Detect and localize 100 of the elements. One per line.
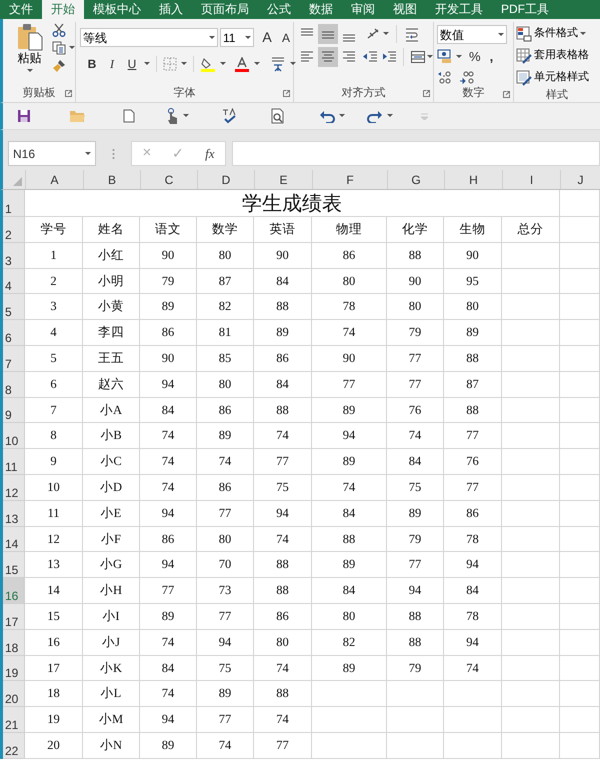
- font-color-icon[interactable]: [234, 56, 250, 72]
- ribbon-tab[interactable]: 审阅: [342, 0, 384, 19]
- comma-style-button[interactable]: ,: [490, 47, 494, 66]
- drag-handle-icon[interactable]: [112, 148, 115, 160]
- row-header[interactable]: 16: [3, 578, 25, 604]
- row-header[interactable]: 2: [3, 217, 25, 243]
- row-header[interactable]: 6: [3, 320, 25, 346]
- row-header[interactable]: 8: [3, 372, 25, 398]
- format-button[interactable]: U: [124, 55, 140, 73]
- row-header[interactable]: 15: [3, 552, 25, 578]
- increase-font-button[interactable]: A: [258, 27, 276, 48]
- ribbon-tab[interactable]: 开发工具: [426, 0, 492, 19]
- caret-icon[interactable]: [427, 55, 433, 59]
- align-icon[interactable]: [318, 47, 338, 67]
- redo-icon[interactable]: [367, 109, 383, 123]
- table-cell: 76: [387, 398, 444, 424]
- conditional-formatting-button[interactable]: 条件格式: [516, 24, 589, 43]
- blank-page-icon[interactable]: [123, 109, 135, 123]
- row-header[interactable]: 19: [3, 656, 25, 682]
- caret-icon[interactable]: [220, 62, 226, 66]
- caret-icon[interactable]: [456, 54, 462, 59]
- empty-cell: [502, 449, 560, 475]
- merge-cells-icon[interactable]: [410, 49, 426, 65]
- ribbon-tab[interactable]: 数据: [300, 0, 342, 19]
- column-header[interactable]: E: [254, 170, 312, 189]
- row-header[interactable]: 7: [3, 346, 25, 372]
- row-header[interactable]: 4: [3, 268, 25, 294]
- undo-icon[interactable]: [319, 109, 335, 123]
- format-as-table-button[interactable]: 套用表格格: [516, 46, 589, 65]
- touch-hand-icon[interactable]: [165, 108, 179, 124]
- row-header[interactable]: 18: [3, 630, 25, 656]
- row-header[interactable]: 22: [3, 732, 25, 759]
- table-cell: 78: [444, 604, 502, 630]
- font-size-dropdown[interactable]: 11: [220, 28, 254, 47]
- format-button[interactable]: I: [104, 55, 120, 73]
- column-header[interactable]: D: [197, 170, 254, 189]
- row-header[interactable]: 12: [3, 474, 25, 501]
- caret-icon[interactable]: [144, 62, 150, 66]
- row-header[interactable]: 5: [3, 294, 25, 320]
- font-name-dropdown[interactable]: 等线: [80, 28, 218, 47]
- row-header[interactable]: 14: [3, 526, 25, 552]
- ribbon-tab[interactable]: 页面布局: [192, 0, 258, 19]
- increase-decimal-icon[interactable]: [437, 70, 453, 84]
- wrap-text-icon[interactable]: [404, 26, 420, 42]
- column-header[interactable]: J: [560, 170, 600, 189]
- ribbon-tab[interactable]: 插入: [150, 0, 192, 19]
- format-button[interactable]: B: [84, 55, 100, 73]
- phonetic-guide-icon[interactable]: [270, 56, 286, 72]
- row-header[interactable]: 9: [3, 398, 25, 424]
- row-header[interactable]: 20: [3, 681, 25, 708]
- dialog-launcher-icon[interactable]: [65, 90, 72, 97]
- ribbon-tab[interactable]: 视图: [384, 0, 426, 19]
- ribbon-tab[interactable]: 公式: [258, 0, 300, 19]
- ribbon-tab[interactable]: 开始: [42, 0, 84, 19]
- paste-button[interactable]: 粘贴: [13, 23, 46, 84]
- caret-icon[interactable]: [69, 46, 75, 50]
- decrease-font-button[interactable]: A: [278, 28, 294, 46]
- ribbon-tab[interactable]: PDF工具: [492, 0, 558, 19]
- caret-icon[interactable]: [254, 62, 260, 66]
- row-header[interactable]: 11: [3, 449, 25, 475]
- dialog-launcher-icon[interactable]: [283, 90, 290, 97]
- row-header[interactable]: 21: [3, 707, 25, 733]
- scissors-icon[interactable]: [52, 23, 66, 37]
- percent-style-button[interactable]: %: [469, 47, 481, 66]
- cell-styles-button[interactable]: 单元格样式: [516, 68, 589, 87]
- name-box[interactable]: N16: [8, 141, 96, 166]
- print-preview-icon[interactable]: [271, 108, 285, 124]
- ribbon-tab[interactable]: 文件: [0, 0, 42, 19]
- spelling-check-icon[interactable]: [221, 108, 237, 124]
- caret-icon[interactable]: [290, 62, 296, 66]
- row-header[interactable]: 1: [3, 190, 25, 217]
- row-header[interactable]: 10: [3, 423, 25, 450]
- caret-icon[interactable]: [383, 32, 389, 36]
- save-icon[interactable]: [17, 109, 31, 123]
- column-header[interactable]: A: [25, 170, 83, 189]
- caret-icon[interactable]: [339, 114, 345, 118]
- paintbrush-icon[interactable]: [52, 59, 66, 73]
- column-header[interactable]: G: [387, 170, 444, 189]
- copy-icon[interactable]: [52, 41, 66, 55]
- column-header[interactable]: F: [312, 170, 387, 189]
- currency-icon[interactable]: [437, 49, 453, 64]
- column-header[interactable]: B: [83, 170, 140, 189]
- caret-icon[interactable]: [183, 114, 189, 118]
- caret-icon[interactable]: [387, 114, 393, 118]
- caret-icon[interactable]: [181, 62, 187, 66]
- column-header[interactable]: H: [444, 170, 502, 189]
- row-header[interactable]: 13: [3, 500, 25, 527]
- insert-function-button[interactable]: fx: [205, 144, 214, 164]
- ribbon-tab[interactable]: 模板中心: [84, 0, 150, 19]
- fill-color-icon[interactable]: [200, 56, 216, 72]
- dialog-launcher-icon[interactable]: [423, 90, 430, 97]
- row-header[interactable]: 17: [3, 604, 25, 630]
- column-header[interactable]: C: [140, 170, 197, 189]
- formula-input[interactable]: [232, 141, 600, 166]
- align-icon[interactable]: [318, 24, 338, 44]
- dialog-launcher-icon[interactable]: [503, 90, 510, 98]
- decrease-decimal-icon[interactable]: [459, 70, 475, 84]
- column-header[interactable]: I: [502, 170, 560, 189]
- row-header[interactable]: 3: [3, 242, 25, 269]
- number-format-dropdown[interactable]: 数值: [437, 25, 507, 44]
